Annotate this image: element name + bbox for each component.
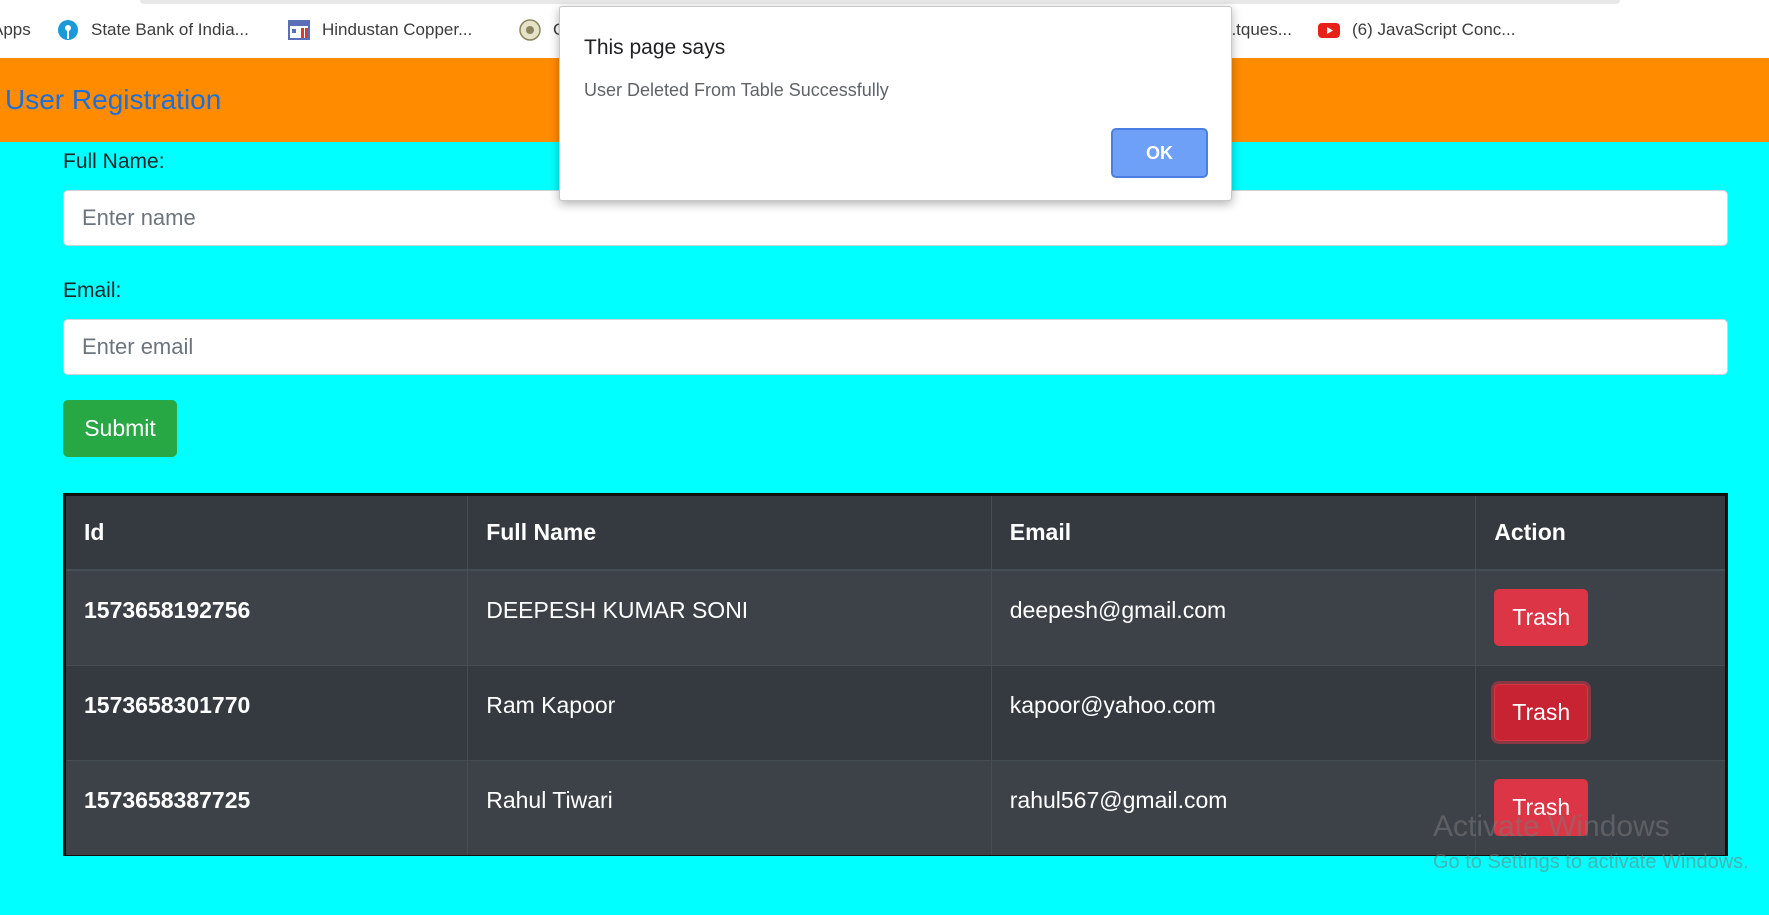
hindustan-copper-icon bbox=[288, 19, 310, 41]
cell-email: rahul567@gmail.com bbox=[991, 760, 1477, 855]
column-header-email: Email bbox=[991, 496, 1477, 571]
submit-button[interactable]: Submit bbox=[63, 400, 177, 457]
trash-button[interactable]: Trash bbox=[1494, 589, 1589, 646]
bookmark-techniques[interactable]: ...tques... bbox=[1222, 19, 1292, 41]
alert-dialog: This page says User Deleted From Table S… bbox=[559, 6, 1232, 201]
cell-full-name: DEEPESH KUMAR SONI bbox=[467, 570, 992, 665]
bookmark-label: Hindustan Copper... bbox=[322, 20, 473, 39]
table-row: 1573658192756 DEEPESH KUMAR SONI deepesh… bbox=[66, 570, 1725, 665]
table-header-row: Id Full Name Email Action bbox=[66, 496, 1725, 571]
trash-button[interactable]: Trash bbox=[1494, 683, 1589, 741]
cell-email: deepesh@gmail.com bbox=[991, 570, 1477, 665]
column-header-action: Action bbox=[1475, 496, 1725, 571]
cell-id: 1573658301770 bbox=[66, 665, 469, 760]
cell-id: 1573658387725 bbox=[66, 760, 469, 855]
bookmark-sbi[interactable]: State Bank of India... bbox=[57, 19, 249, 41]
cell-full-name: Ram Kapoor bbox=[467, 665, 992, 760]
cell-full-name: Rahul Tiwari bbox=[467, 760, 992, 855]
bookmark-label: (6) JavaScript Conc... bbox=[1352, 20, 1516, 39]
page-title: User Registration bbox=[5, 84, 222, 115]
tab-strip-edge bbox=[140, 0, 1620, 4]
table-row: 1573658301770 Ram Kapoor kapoor@yahoo.co… bbox=[66, 665, 1725, 760]
email-label: Email: bbox=[63, 279, 122, 302]
bookmark-label: State Bank of India... bbox=[91, 20, 249, 39]
bookmark-label: ...tques... bbox=[1222, 20, 1292, 39]
bookmark-apps[interactable]: Apps bbox=[0, 19, 31, 41]
cell-email: kapoor@yahoo.com bbox=[991, 665, 1477, 760]
activate-windows-watermark: Activate Windows bbox=[1433, 810, 1670, 843]
cell-id: 1573658192756 bbox=[66, 570, 469, 665]
column-header-full-name: Full Name bbox=[467, 496, 992, 571]
youtube-icon bbox=[1318, 19, 1340, 41]
users-table: Id Full Name Email Action 1573658192756 … bbox=[63, 493, 1728, 856]
ok-button[interactable]: OK bbox=[1111, 128, 1208, 178]
dialog-message: User Deleted From Table Successfully bbox=[584, 80, 889, 100]
cell-action: Trash bbox=[1476, 570, 1725, 665]
email-input[interactable] bbox=[63, 319, 1728, 375]
cell-action: Trash bbox=[1476, 665, 1725, 760]
bookmark-label: Apps bbox=[0, 20, 31, 39]
sbi-icon bbox=[57, 19, 79, 41]
dialog-title: This page says bbox=[584, 36, 726, 59]
bookmark-hindustan-copper[interactable]: Hindustan Copper... bbox=[288, 19, 472, 41]
full-name-label: Full Name: bbox=[63, 150, 165, 173]
bookmark-youtube[interactable]: (6) JavaScript Conc... bbox=[1318, 19, 1515, 41]
column-header-id: Id bbox=[66, 496, 469, 571]
activate-windows-hint: Go to Settings to activate Windows. bbox=[1433, 851, 1749, 873]
emblem-icon bbox=[519, 19, 541, 41]
